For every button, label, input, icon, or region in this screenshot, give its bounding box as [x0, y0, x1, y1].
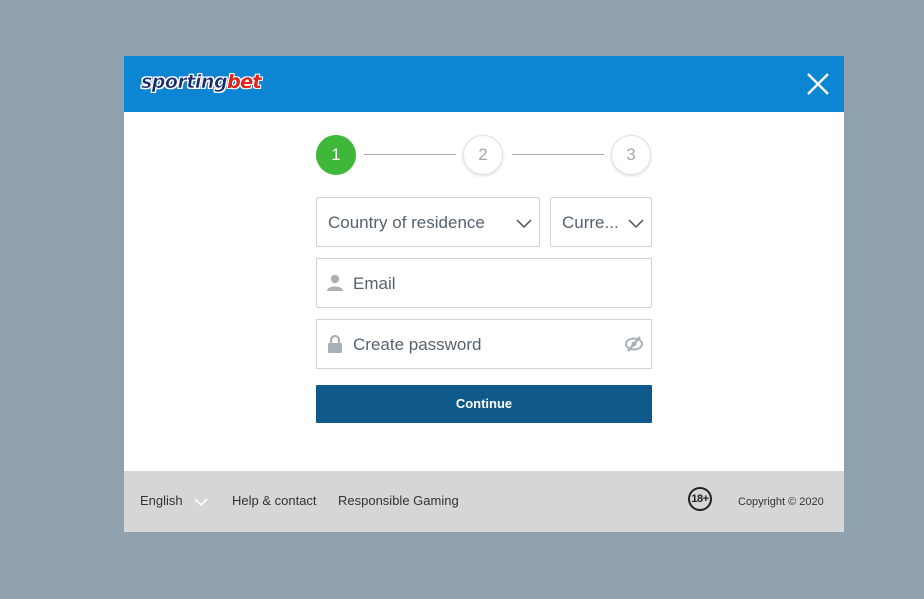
step-3: 3 — [611, 135, 651, 175]
help-contact-link[interactable]: Help & contact — [232, 493, 317, 508]
responsible-gaming-link[interactable]: Responsible Gaming — [338, 493, 459, 508]
step-1: 1 — [316, 135, 356, 175]
sportingbet-logo: sportingbet — [141, 71, 262, 94]
step-connector — [512, 154, 604, 155]
modal-header: sportingbet — [124, 56, 844, 112]
continue-button[interactable]: Continue — [316, 385, 652, 423]
close-icon — [807, 73, 829, 95]
logo-text-sporting: sporting — [141, 71, 228, 94]
country-select-placeholder: Country of residence — [328, 213, 485, 232]
logo-text-bet: bet — [227, 71, 262, 93]
registration-modal: sportingbet 1 2 3 Country of residence C… — [124, 56, 844, 532]
step-progress: 1 2 3 — [316, 135, 652, 175]
chevron-down-icon — [628, 219, 644, 229]
modal-footer: English Help & contact Responsible Gamin… — [124, 471, 844, 532]
age-18-plus-icon: 18+ — [688, 487, 712, 511]
currency-select[interactable]: Curre... — [550, 197, 652, 247]
currency-select-placeholder: Curre... — [562, 213, 619, 232]
language-selector[interactable]: English — [140, 493, 183, 508]
close-button[interactable] — [804, 70, 832, 98]
step-2: 2 — [463, 135, 503, 175]
lock-icon — [328, 334, 342, 353]
user-icon — [327, 274, 343, 291]
password-field[interactable]: Create password — [316, 319, 652, 369]
password-placeholder: Create password — [353, 335, 482, 354]
email-field[interactable]: Email — [316, 258, 652, 308]
chevron-down-icon — [194, 498, 208, 507]
chevron-down-icon — [516, 219, 532, 229]
copyright-text: Copyright © 2020 — [738, 496, 824, 508]
step-connector — [364, 154, 456, 155]
eye-slash-icon[interactable] — [624, 336, 644, 352]
country-select[interactable]: Country of residence — [316, 197, 540, 247]
email-placeholder: Email — [353, 274, 396, 293]
